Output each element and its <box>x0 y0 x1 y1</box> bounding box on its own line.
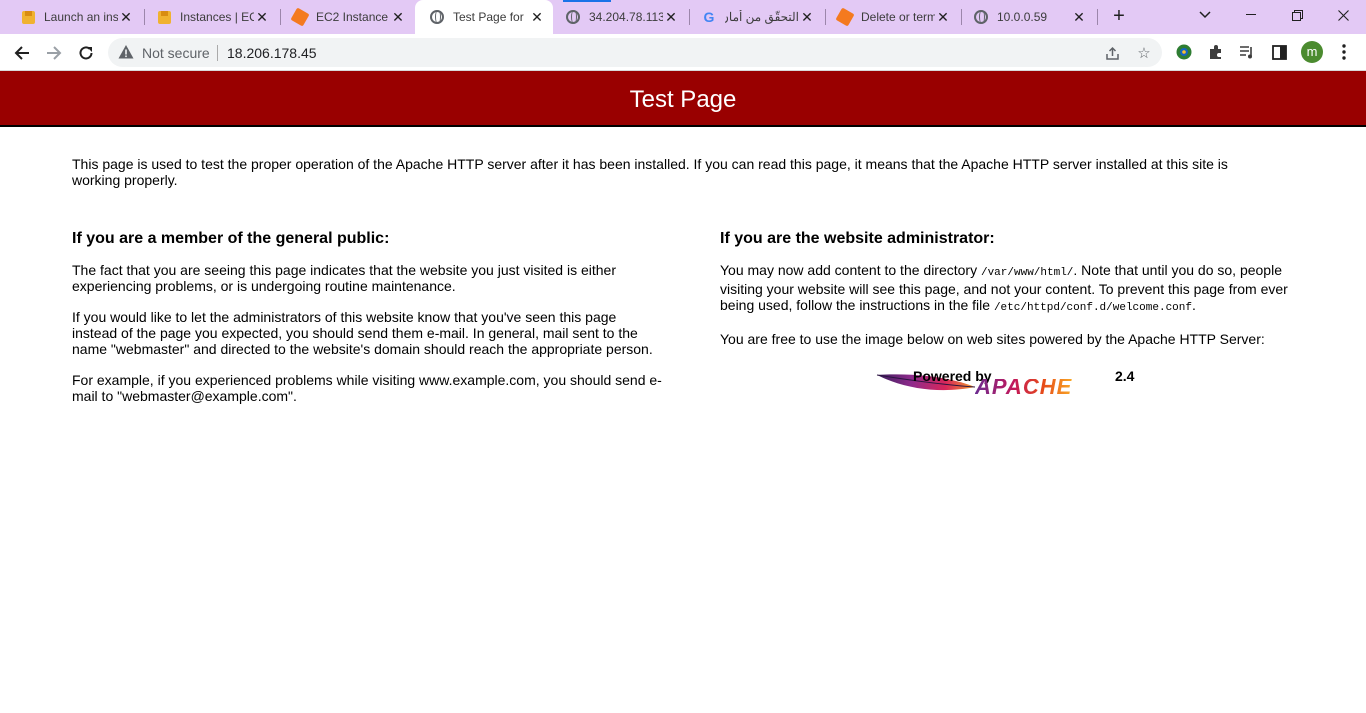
close-icon[interactable]: ✕ <box>1071 9 1087 25</box>
reload-icon <box>79 46 93 60</box>
page-banner: Test Page <box>0 71 1366 127</box>
tab-title: Launch an instance | EC2 <box>44 10 118 24</box>
tab-title: التحقّق من أمان <box>725 10 799 24</box>
apache-wordmark: APACHE <box>975 374 1073 399</box>
page-content: This page is used to test the proper ope… <box>72 156 1294 404</box>
tab-ec2-instance[interactable]: EC2 Instance ✕ <box>278 0 414 34</box>
public-paragraph-3: For example, if you experienced problems… <box>72 372 662 404</box>
close-window-button[interactable] <box>1320 0 1366 30</box>
welcome-conf-path: /etc/httpd/conf.d/welcome.conf <box>993 302 1192 314</box>
side-panel-icon[interactable] <box>1268 41 1290 63</box>
tab-title: Delete or terminate <box>861 10 935 24</box>
apache-version: 2.4 <box>1115 368 1135 384</box>
media-control-icon[interactable] <box>1236 41 1258 63</box>
minimize-button[interactable] <box>1228 0 1274 30</box>
close-icon[interactable]: ✕ <box>118 9 134 25</box>
public-paragraph-2: If you would like to let the administrat… <box>72 309 653 357</box>
arrow-right-icon <box>47 46 62 60</box>
tab-title: 10.0.0.59 <box>997 10 1048 24</box>
aws-icon <box>156 9 172 25</box>
intro-text: This page is used to test the proper ope… <box>72 156 1228 188</box>
tab-divider <box>1097 9 1098 25</box>
omnibox-divider <box>217 45 218 61</box>
tab-google-verify[interactable]: G التحقّق من أمان ✕ <box>687 0 823 34</box>
minimize-icon <box>1246 14 1256 15</box>
tab-title: Test Page for <box>453 10 524 24</box>
tab-ip-10[interactable]: 10.0.0.59 ✕ <box>959 0 1095 34</box>
admin-heading: If you are the website administrator: <box>720 230 995 247</box>
powered-by-apache-logo: Powered by 2.4 APACHE <box>875 365 1141 399</box>
address-bar[interactable]: Not secure 18.206.178.45 ☆ <box>108 38 1162 67</box>
bookmark-star-icon[interactable]: ☆ <box>1134 43 1154 63</box>
tab-title: EC2 Instance <box>316 10 389 24</box>
doc-root-path: /var/www/html/ <box>980 267 1074 279</box>
extensions-puzzle-icon[interactable] <box>1205 41 1227 63</box>
tab-title: Instances | EC2 <box>180 10 254 24</box>
public-paragraph-1: The fact that you are seeing this page i… <box>72 262 616 294</box>
tab-ip-34[interactable]: 34.204.78.113 ✕ <box>551 0 687 34</box>
admin-paragraph-2: You are free to use the image below on w… <box>720 331 1265 347</box>
close-icon[interactable]: ✕ <box>390 9 406 25</box>
url-text[interactable]: 18.206.178.45 <box>227 45 317 61</box>
arrow-left-icon <box>14 46 29 60</box>
public-heading: If you are a member of the general publi… <box>72 230 390 247</box>
globe-icon <box>565 9 581 25</box>
tab-delete-terminate[interactable]: Delete or terminate ✕ <box>823 0 959 34</box>
ec2-icon <box>835 7 855 27</box>
new-tab-button[interactable]: + <box>1108 6 1130 28</box>
page-title: Test Page <box>629 86 737 113</box>
tab-test-page[interactable]: Test Page for ✕ <box>415 0 553 34</box>
back-button[interactable] <box>9 40 35 66</box>
close-icon[interactable]: ✕ <box>254 9 270 25</box>
profile-avatar[interactable]: m <box>1301 41 1323 63</box>
tab-instances[interactable]: Instances | EC2 ✕ <box>142 0 278 34</box>
globe-icon <box>973 9 989 25</box>
tab-search-button[interactable] <box>1182 0 1228 30</box>
browser-toolbar: Not secure 18.206.178.45 ☆ m <box>0 34 1366 71</box>
ec2-icon <box>290 7 310 27</box>
admin-paragraph-1: You may now add content to the directory… <box>720 262 1288 314</box>
restore-button[interactable] <box>1274 0 1320 30</box>
public-section: If you are a member of the general publi… <box>72 230 662 419</box>
menu-kebab-icon[interactable] <box>1333 41 1355 63</box>
share-icon[interactable] <box>1102 43 1122 63</box>
extension-globe-icon[interactable] <box>1173 41 1195 63</box>
admin-section: If you are the website administrator: Yo… <box>720 230 1300 362</box>
warning-icon[interactable] <box>118 44 134 60</box>
chevron-down-icon <box>1199 11 1211 19</box>
close-icon[interactable]: ✕ <box>663 9 679 25</box>
restore-icon <box>1291 9 1303 21</box>
security-status[interactable]: Not secure <box>142 45 210 61</box>
google-icon: G <box>703 9 715 25</box>
close-icon[interactable]: ✕ <box>529 9 545 25</box>
reload-button[interactable] <box>73 40 99 66</box>
close-icon <box>1337 9 1349 21</box>
tab-launch-instance[interactable]: Launch an instance | EC2 ✕ <box>6 0 142 34</box>
globe-icon <box>429 9 445 25</box>
forward-button[interactable] <box>41 40 67 66</box>
close-icon[interactable]: ✕ <box>935 9 951 25</box>
tab-strip: Launch an instance | EC2 ✕ Instances | E… <box>0 0 1366 34</box>
tab-title: 34.204.78.113 <box>589 10 663 24</box>
close-icon[interactable]: ✕ <box>799 9 815 25</box>
aws-icon <box>20 9 36 25</box>
